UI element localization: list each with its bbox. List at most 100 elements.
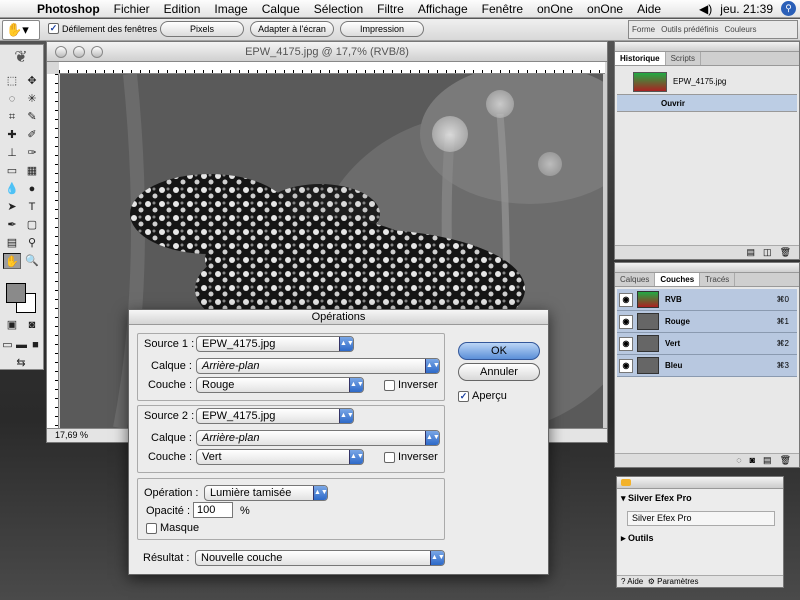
dodge-icon[interactable]: ● <box>23 181 41 197</box>
tab-forme[interactable]: Forme <box>629 25 658 34</box>
source2-invert-checkbox[interactable] <box>384 451 395 463</box>
tab-couches[interactable]: Couches <box>655 273 701 286</box>
preview-checkbox[interactable]: ✓ <box>458 390 469 402</box>
eyedropper-icon[interactable]: ⚲ <box>23 235 41 251</box>
source1-channel-select[interactable]: Rouge ▲▼ <box>196 377 364 393</box>
screen-mode-standard-icon[interactable]: ▭ <box>1 337 14 353</box>
source1-file-select[interactable]: EPW_4175.jpg ▲▼ <box>196 336 354 352</box>
history-snapshot-thumbnail[interactable] <box>633 72 667 92</box>
menu-app[interactable]: Photoshop <box>30 2 107 16</box>
visibility-eye-icon[interactable]: ◉ <box>619 337 633 351</box>
menu-selection[interactable]: Sélection <box>307 2 370 16</box>
feather-icon[interactable]: ❦ <box>3 47 39 67</box>
blur-icon[interactable]: 💧 <box>3 181 21 197</box>
mask-checkbox[interactable] <box>146 522 157 534</box>
save-selection-icon[interactable]: ◙ <box>750 454 755 467</box>
crop-icon[interactable]: ⌗ <box>3 109 21 125</box>
visibility-eye-icon[interactable]: ◉ <box>619 315 633 329</box>
lasso-icon[interactable]: ◌ <box>3 91 21 107</box>
history-brush-icon[interactable]: ✑ <box>23 145 41 161</box>
help-label[interactable]: Aide <box>627 577 643 586</box>
screen-mode-full-menu-icon[interactable]: ▬ <box>15 337 28 353</box>
mask-option[interactable]: Masque <box>146 522 199 534</box>
vertical-scrollbar[interactable] <box>603 74 607 428</box>
new-channel-icon[interactable]: ▤ <box>763 454 772 467</box>
vertical-ruler[interactable] <box>47 74 59 428</box>
menu-affichage[interactable]: Affichage <box>411 2 475 16</box>
ok-button[interactable]: OK <box>458 342 540 360</box>
zoom-window-icon[interactable] <box>91 46 103 58</box>
volume-icon[interactable]: ◀) <box>699 2 712 16</box>
path-select-icon[interactable]: ➤ <box>3 199 21 215</box>
delete-state-icon[interactable]: 🗑 <box>780 246 791 259</box>
channel-row-vert[interactable]: ◉ Vert ⌘2 <box>617 333 797 355</box>
visibility-eye-icon[interactable]: ◉ <box>619 293 633 307</box>
brush-icon[interactable]: ✐ <box>23 127 41 143</box>
delete-channel-icon[interactable]: 🗑 <box>780 454 791 467</box>
load-selection-icon[interactable]: ◌ <box>736 454 741 467</box>
tab-outils-predefinis[interactable]: Outils prédéfinis <box>658 25 721 34</box>
silver-efex-header[interactable]: ▾ Silver Efex Pro <box>621 493 692 504</box>
document-title-bar[interactable]: EPW_4175.jpg @ 17,7% (RVB/8) <box>47 42 607 62</box>
eraser-icon[interactable]: ▭ <box>3 163 21 179</box>
gradient-icon[interactable]: ▦ <box>23 163 41 179</box>
source1-invert-checkbox[interactable] <box>384 379 395 391</box>
menu-onone-2[interactable]: onOne <box>580 2 630 16</box>
foreground-color-swatch[interactable] <box>6 283 26 303</box>
source2-file-select[interactable]: EPW_4175.jpg ▲▼ <box>196 408 354 424</box>
tab-historique[interactable]: Historique <box>615 52 666 65</box>
silver-efex-titlebar[interactable] <box>617 477 783 489</box>
pen-icon[interactable]: ✒ <box>3 217 21 233</box>
settings-icon[interactable]: ⚙ <box>648 577 655 586</box>
menu-fichier[interactable]: Fichier <box>107 2 157 16</box>
menu-aide[interactable]: Aide <box>630 2 668 16</box>
type-icon[interactable]: T <box>23 199 41 215</box>
menu-filtre[interactable]: Filtre <box>370 2 411 16</box>
source1-layer-select[interactable]: Arrière-plan ▲▼ <box>196 358 440 374</box>
horizontal-ruler[interactable] <box>59 62 605 74</box>
standard-mode-icon[interactable]: ▣ <box>3 317 21 333</box>
scroll-all-windows[interactable]: ✓ Défilement des fenêtres <box>48 23 157 34</box>
menu-onone-1[interactable]: onOne <box>530 2 580 16</box>
clock[interactable]: jeu. 21:39 <box>720 2 773 16</box>
channel-row-bleu[interactable]: ◉ Bleu ⌘3 <box>617 355 797 377</box>
cancel-button[interactable]: Annuler <box>458 363 540 381</box>
hand-tool-icon[interactable]: ✋ <box>3 253 21 269</box>
source2-invert[interactable]: Inverser <box>384 451 438 463</box>
zoom-level[interactable]: 17,69 % <box>55 430 88 440</box>
scroll-all-checkbox[interactable]: ✓ <box>48 23 59 34</box>
tab-calques[interactable]: Calques <box>615 273 656 286</box>
screen-mode-full-icon[interactable]: ■ <box>29 337 42 353</box>
channels-panel-titlebar[interactable] <box>615 263 799 273</box>
new-snapshot-icon[interactable]: ◫ <box>763 246 772 259</box>
source2-channel-select[interactable]: Vert ▲▼ <box>196 449 364 465</box>
history-state-row[interactable]: Ouvrir <box>617 94 797 112</box>
result-select[interactable]: Nouvelle couche ▲▼ <box>195 550 445 566</box>
help-icon[interactable]: ? <box>621 577 625 586</box>
move-icon[interactable]: ✥ <box>23 73 41 89</box>
source1-invert[interactable]: Inverser <box>384 379 438 391</box>
silver-efex-button[interactable]: Silver Efex Pro <box>627 511 775 526</box>
stamp-icon[interactable]: ⊥ <box>3 145 21 161</box>
preview-option[interactable]: ✓ Aperçu <box>458 390 507 402</box>
minimize-window-icon[interactable] <box>73 46 85 58</box>
visibility-eye-icon[interactable]: ◉ <box>619 359 633 373</box>
menu-edition[interactable]: Edition <box>157 2 208 16</box>
pixels-button[interactable]: Pixels <box>160 21 244 37</box>
channel-row-rvb[interactable]: ◉ RVB ⌘0 <box>617 289 797 311</box>
healing-brush-icon[interactable]: ✚ <box>3 127 21 143</box>
menu-image[interactable]: Image <box>207 2 254 16</box>
opacity-input[interactable]: 100 <box>193 502 233 518</box>
outils-section[interactable]: ▸ Outils <box>621 533 654 544</box>
imageready-icon[interactable]: ⇆ <box>3 355 39 371</box>
spotlight-icon[interactable]: ⚲ <box>781 1 796 16</box>
close-window-icon[interactable] <box>55 46 67 58</box>
slice-icon[interactable]: ✎ <box>23 109 41 125</box>
menu-fenetre[interactable]: Fenêtre <box>475 2 530 16</box>
tab-traces[interactable]: Tracés <box>700 273 736 286</box>
tool-preset-picker[interactable]: ✋▾ <box>2 20 40 40</box>
params-label[interactable]: Paramètres <box>657 577 698 586</box>
channel-row-rouge[interactable]: ◉ Rouge ⌘1 <box>617 311 797 333</box>
source2-layer-select[interactable]: Arrière-plan ▲▼ <box>196 430 440 446</box>
tab-scripts[interactable]: Scripts <box>666 52 702 65</box>
